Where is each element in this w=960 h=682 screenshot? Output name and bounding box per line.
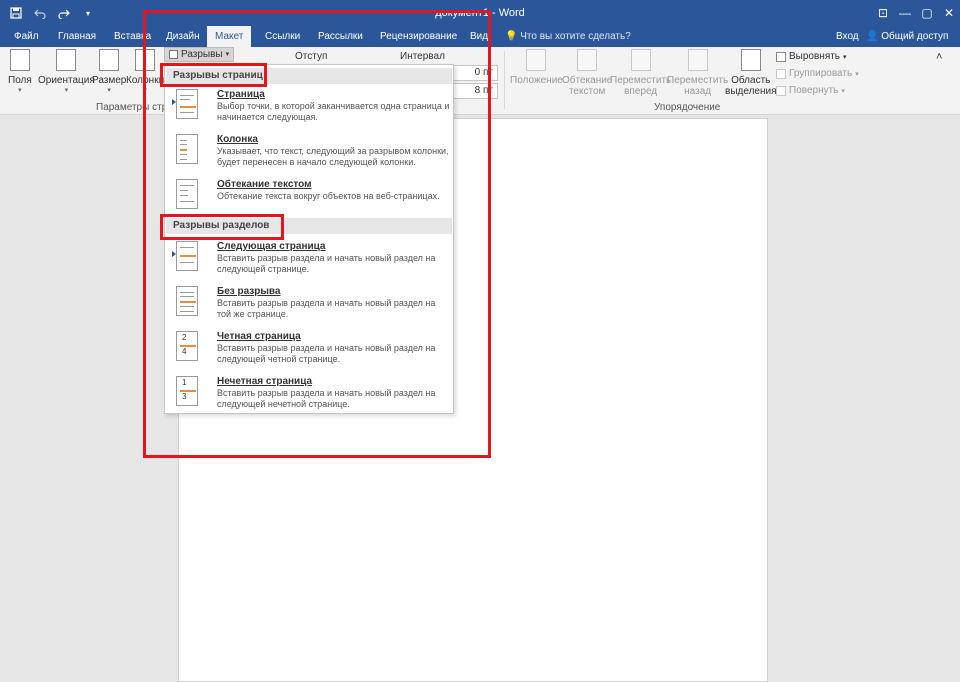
page-breaks-highlight bbox=[160, 63, 267, 87]
close-icon[interactable]: ✕ bbox=[938, 0, 960, 26]
ribbon-display-options-icon[interactable]: ⊡ bbox=[872, 0, 894, 26]
tab-home[interactable]: Главная bbox=[50, 26, 104, 47]
group-button[interactable]: Группировать ▾ bbox=[776, 68, 859, 79]
wrap-text-button[interactable]: Обтекание текстом bbox=[562, 49, 612, 97]
person-icon: 👤 bbox=[866, 31, 879, 42]
wrap-text-icon bbox=[577, 49, 598, 71]
tell-me-search[interactable]: 💡 Что вы хотите сделать? bbox=[505, 26, 631, 47]
tab-file[interactable]: Файл bbox=[6, 26, 47, 47]
selection-pane-icon bbox=[740, 49, 761, 71]
orientation-icon bbox=[56, 49, 77, 71]
tell-me-label: Что вы хотите сделать? bbox=[520, 31, 631, 42]
lightbulb-icon: 💡 bbox=[505, 31, 518, 42]
dropdown-arrow-icon: ▾ bbox=[843, 53, 847, 61]
dropdown-arrow-icon: ▾ bbox=[64, 87, 69, 94]
section-breaks-highlight bbox=[160, 214, 284, 240]
arrange-group-label: Упорядочение bbox=[654, 102, 721, 113]
orientation-button[interactable]: Ориентация ▾ bbox=[38, 49, 95, 95]
position-icon bbox=[526, 49, 547, 71]
share-button[interactable]: 👤 Общий доступ bbox=[866, 26, 948, 47]
minimize-icon[interactable]: — bbox=[894, 0, 916, 26]
send-backward-button[interactable]: Переместить назад bbox=[667, 49, 728, 97]
bring-forward-icon bbox=[630, 49, 651, 71]
page-size-icon bbox=[99, 49, 120, 71]
sign-in-link[interactable]: Вход bbox=[836, 26, 859, 47]
dropdown-arrow-icon: ▾ bbox=[855, 70, 859, 78]
maximize-icon[interactable]: ▢ bbox=[916, 0, 938, 26]
ribbon-separator bbox=[504, 51, 505, 109]
dropdown-arrow-icon: ▾ bbox=[107, 87, 111, 94]
margins-button[interactable]: Поля ▾ bbox=[8, 49, 32, 95]
rotate-icon bbox=[776, 85, 786, 96]
bring-forward-button[interactable]: Переместить вперед bbox=[610, 49, 671, 97]
dropdown-arrow-icon: ▾ bbox=[18, 87, 22, 94]
size-button[interactable]: Размер ▾ bbox=[92, 49, 126, 95]
share-label: Общий доступ bbox=[881, 31, 949, 42]
dropdown-arrow-icon: ▾ bbox=[841, 87, 845, 95]
position-button[interactable]: Положение bbox=[510, 49, 563, 86]
margins-icon bbox=[9, 49, 30, 71]
collapse-ribbon-icon[interactable]: ˄ bbox=[936, 51, 942, 63]
selection-pane-button[interactable]: Область выделения bbox=[725, 49, 776, 97]
rotate-button[interactable]: Повернуть ▾ bbox=[776, 85, 845, 96]
align-icon bbox=[776, 51, 786, 62]
group-icon bbox=[776, 68, 786, 79]
send-backward-icon bbox=[687, 49, 708, 71]
align-button[interactable]: Выровнять ▾ bbox=[776, 51, 847, 62]
